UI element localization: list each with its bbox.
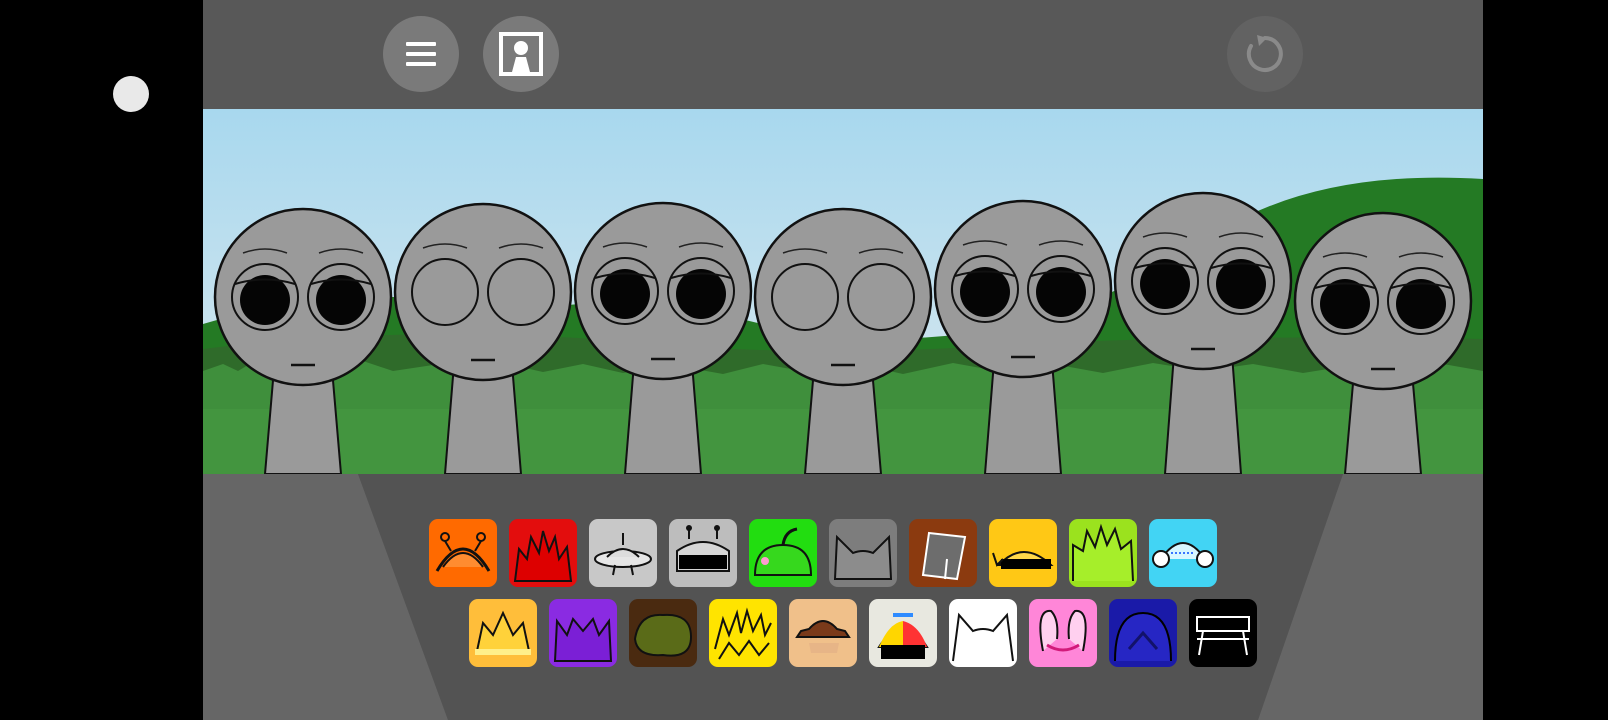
gray-cat-ears-icon[interactable]	[829, 519, 897, 587]
olive-bush-icon[interactable]	[629, 599, 697, 667]
robot-visor-icon[interactable]	[669, 519, 737, 587]
eye-pupil	[1216, 259, 1266, 309]
eye-pupil	[600, 269, 650, 319]
eye-pupil	[240, 275, 290, 325]
yellow-lightning-icon[interactable]	[709, 599, 777, 667]
purple-horns-icon[interactable]	[549, 599, 617, 667]
pink-bunny-ears-icon[interactable]	[1029, 599, 1097, 667]
propeller-cap-icon[interactable]	[869, 599, 937, 667]
menu-button[interactable]	[383, 16, 459, 92]
brown-hat-icon[interactable]	[789, 599, 857, 667]
hamburger-menu-icon	[406, 42, 436, 66]
character-head	[393, 202, 573, 382]
red-spiky-icon[interactable]	[509, 519, 577, 587]
restart-button[interactable]	[1227, 16, 1303, 92]
eye-pupil	[1320, 279, 1370, 329]
green-fruit-icon[interactable]	[749, 519, 817, 587]
restart-icon	[1246, 35, 1283, 72]
character-head	[753, 207, 933, 387]
game-scene	[203, 109, 1483, 474]
top-toolbar	[203, 0, 1483, 109]
orange-crown-icon[interactable]	[469, 599, 537, 667]
navy-dome-icon[interactable]	[1109, 599, 1177, 667]
silver-ufo-icon[interactable]	[589, 519, 657, 587]
stage-floor	[203, 474, 1483, 720]
orange-antenna-icon[interactable]	[429, 519, 497, 587]
keyhole-portrait-icon	[499, 32, 543, 76]
black-bench-icon[interactable]	[1189, 599, 1257, 667]
eye-pupil	[1036, 267, 1086, 317]
white-cat-icon[interactable]	[949, 599, 1017, 667]
game-panel	[203, 0, 1483, 720]
eye-pupil	[960, 267, 1010, 317]
overlay-dot[interactable]	[113, 76, 149, 112]
eye-pupil	[1396, 279, 1446, 329]
eye-pupil	[316, 275, 366, 325]
brown-bucket-icon[interactable]	[909, 519, 977, 587]
yellow-helmet-icon[interactable]	[989, 519, 1057, 587]
eye-pupil	[676, 269, 726, 319]
lime-spiky-hair-icon[interactable]	[1069, 519, 1137, 587]
eye-pupil	[1140, 259, 1190, 309]
profile-button[interactable]	[483, 16, 559, 92]
cyan-headphones-icon[interactable]	[1149, 519, 1217, 587]
